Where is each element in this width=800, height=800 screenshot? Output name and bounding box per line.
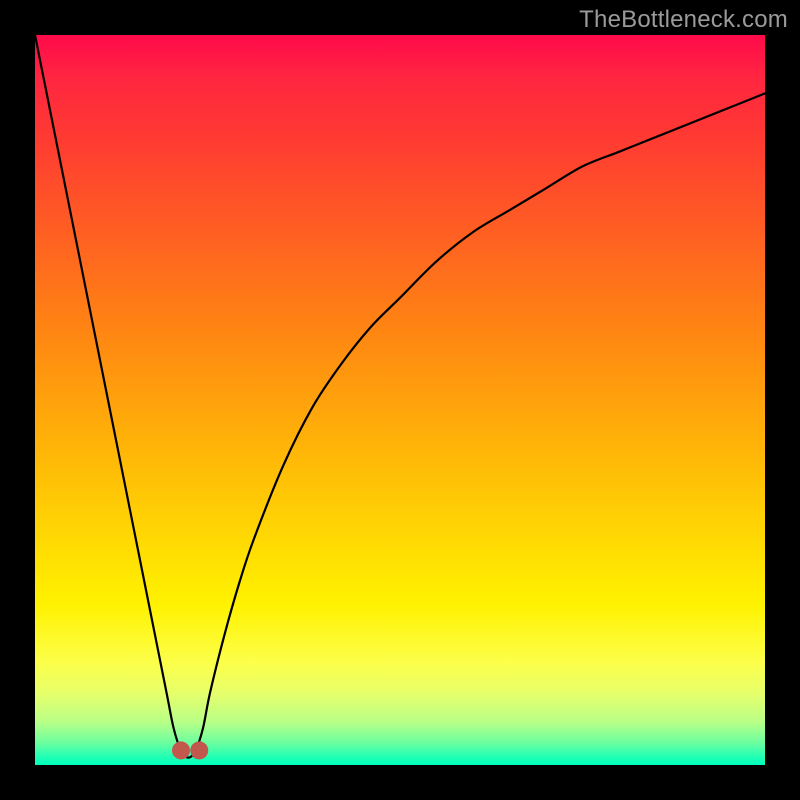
marker-minimum-left [172,741,190,759]
attribution-text: TheBottleneck.com [579,6,788,34]
chart-frame: TheBottleneck.com [0,0,800,800]
bottleneck-curve [35,35,765,758]
plot-area [35,35,765,765]
marker-minimum-right [190,741,208,759]
bottleneck-curve-svg [35,35,765,765]
